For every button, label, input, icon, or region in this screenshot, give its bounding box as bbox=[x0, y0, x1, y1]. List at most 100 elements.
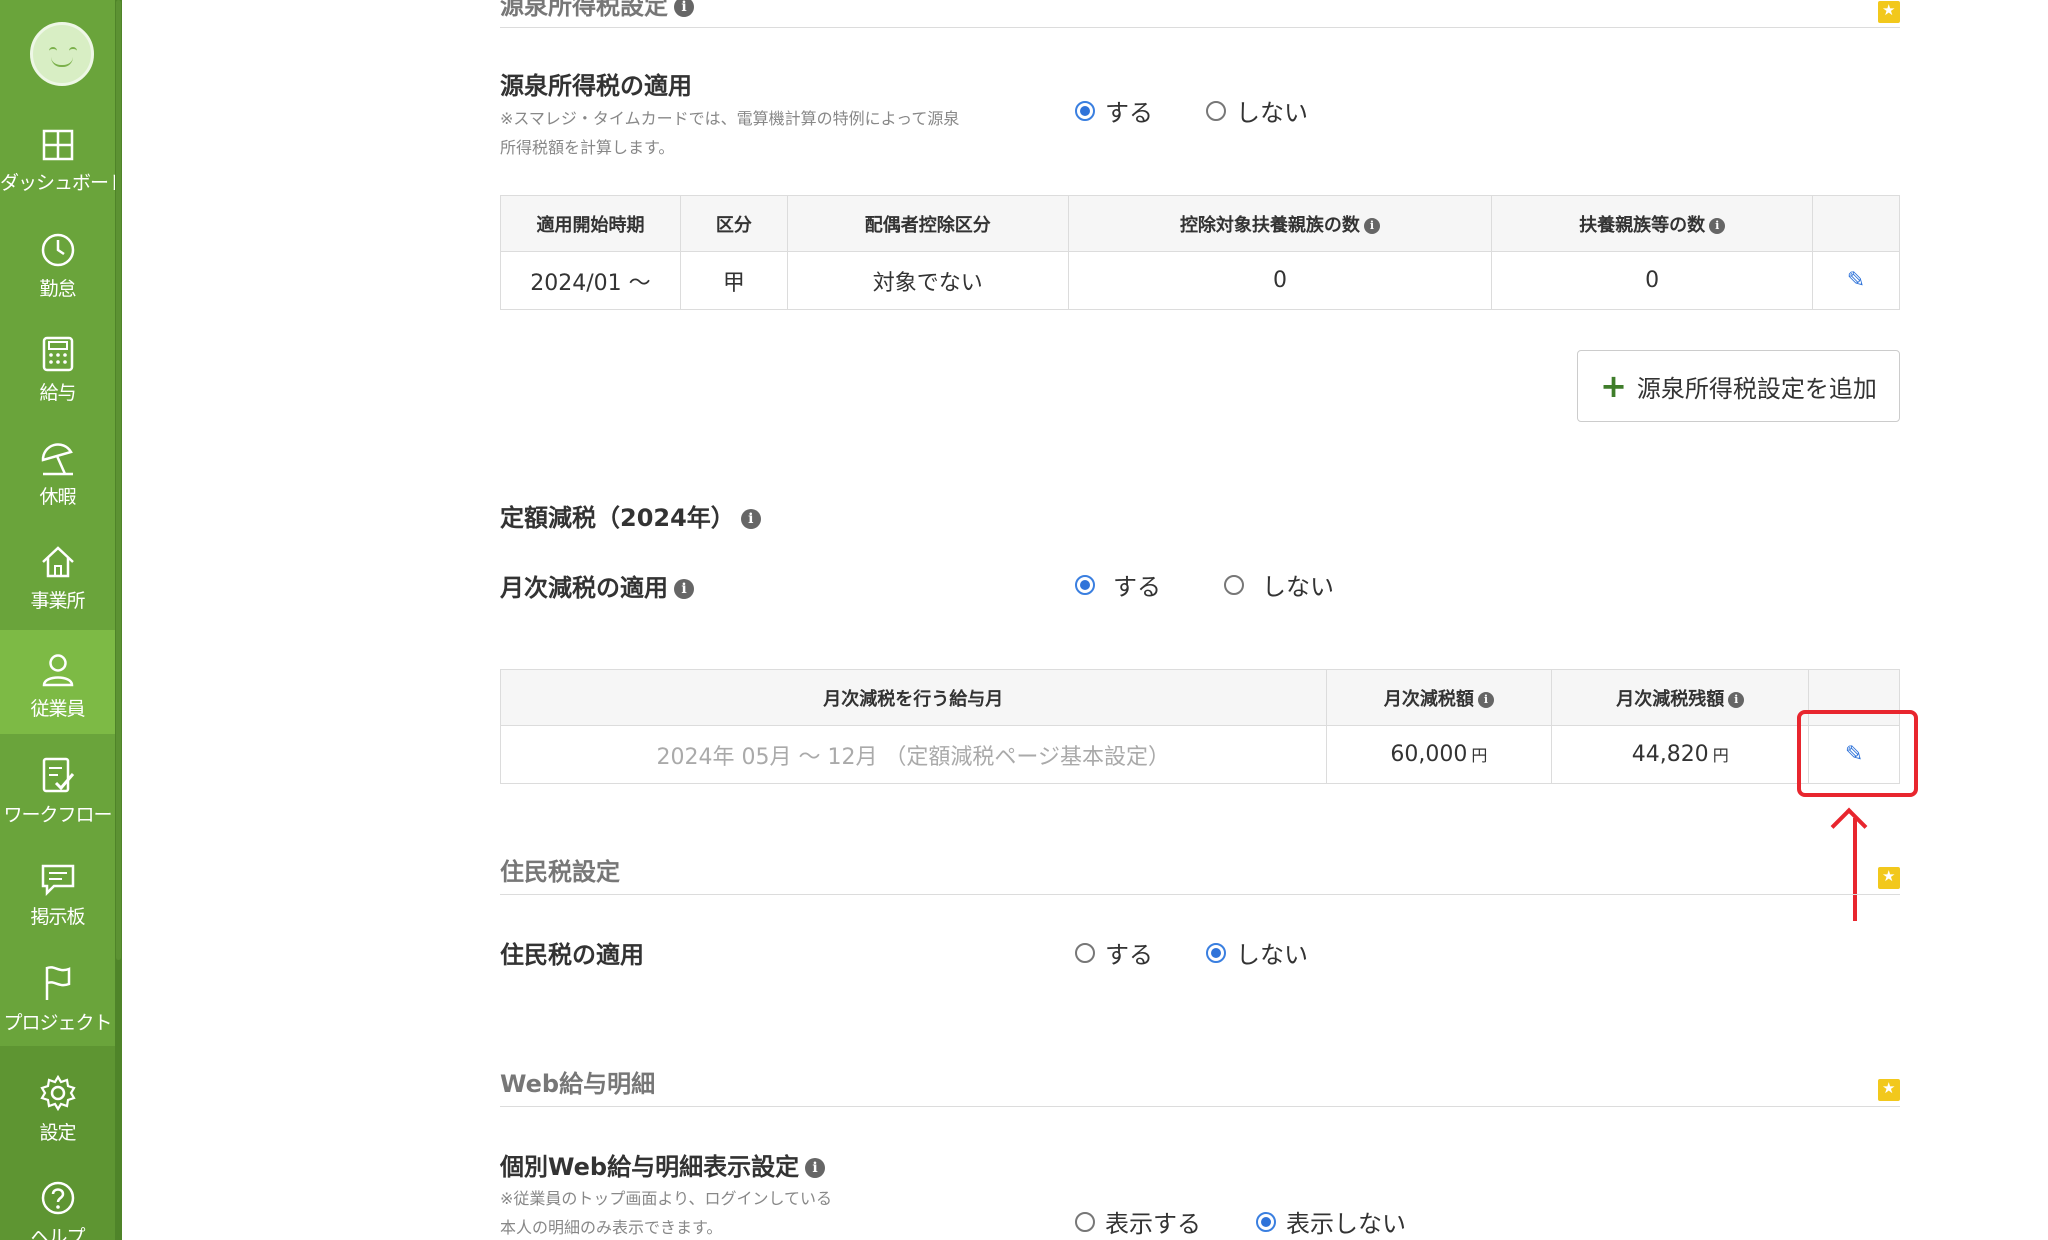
house-icon bbox=[41, 546, 74, 578]
cell-start: 2024/01 〜 bbox=[500, 251, 681, 310]
sidebar-item-employees[interactable]: 従業員 bbox=[0, 630, 115, 734]
flat-tax-title: 定額減税（2024年） i bbox=[500, 498, 761, 533]
sidebar-scrollbar-thumb[interactable] bbox=[116, 0, 121, 960]
info-icon[interactable]: i bbox=[740, 509, 761, 529]
section-divider bbox=[500, 894, 1900, 895]
withholding-radio-yes[interactable]: する bbox=[1075, 93, 1153, 128]
note-line: ※スマレジ・タイムカードでは、電算機計算の特例によって源泉 bbox=[500, 109, 960, 128]
table-header-row: 適用開始時期 区分 配偶者控除区分 控除対象扶養親族の数 i 扶養親族等の数 i bbox=[500, 195, 1900, 252]
radio-label: しない bbox=[1236, 941, 1308, 969]
info-icon[interactable]: i bbox=[1709, 217, 1726, 234]
sidebar-item-board[interactable]: 掲示板 bbox=[0, 862, 115, 966]
star-icon[interactable] bbox=[1878, 1079, 1900, 1101]
note-line: 所得税額を計算します。 bbox=[500, 138, 675, 157]
column-header: 月次減税額 i bbox=[1325, 669, 1553, 726]
sidebar-item-label: 給与 bbox=[39, 382, 76, 404]
monthly-reduction-table: 月次減税を行う給与月 月次減税額 i 月次減税残額 i 2024年 05月 〜 12… bbox=[500, 669, 1900, 784]
sidebar-item-project[interactable]: プロジェクト bbox=[0, 964, 115, 1068]
info-icon[interactable]: i bbox=[674, 0, 694, 17]
radio-unselected-icon bbox=[1224, 574, 1244, 595]
radio-label: しない bbox=[1236, 99, 1308, 127]
sidebar-item-payroll[interactable]: 給与 bbox=[0, 336, 115, 440]
annotation-arrow-head bbox=[1830, 807, 1868, 845]
cell-spouse: 対象でない bbox=[786, 251, 1069, 310]
info-icon[interactable]: i bbox=[674, 579, 694, 599]
withholding-radio-no[interactable]: しない bbox=[1206, 93, 1308, 128]
sidebar-item-label: 休暇 bbox=[39, 486, 76, 508]
column-header-text: 控除対象扶養親族の数 bbox=[1179, 214, 1360, 236]
edit-pencil-icon[interactable]: ✎ bbox=[1847, 268, 1865, 293]
sidebar: ダッシュボード 勤怠 給与 休暇 事業所 従業員 ワークフロー 掲示板 プロジェ… bbox=[0, 0, 127, 1240]
monthly-reduction-radio-yes[interactable]: する bbox=[1075, 567, 1161, 602]
note-line: ※従業員のトップ画面より、ログインしている bbox=[500, 1189, 832, 1208]
web-payslip-note: ※従業員のトップ画面より、ログインしている 本人の明細のみ表示できます。 bbox=[500, 1184, 920, 1240]
info-icon[interactable]: i bbox=[1728, 691, 1745, 708]
note-line: 本人の明細のみ表示できます。 bbox=[500, 1218, 723, 1237]
radio-unselected-icon bbox=[1075, 1211, 1095, 1232]
cell-amount: 60,000 円 bbox=[1325, 725, 1553, 784]
withholding-note: ※スマレジ・タイムカードでは、電算機計算の特例によって源泉 所得税額を計算します… bbox=[500, 104, 1060, 162]
sidebar-item-label: 従業員 bbox=[30, 698, 85, 720]
resident-tax-radio-yes[interactable]: する bbox=[1075, 935, 1153, 970]
sidebar-item-label: ヘルプ bbox=[30, 1226, 85, 1240]
sidebar-item-label: プロジェクト bbox=[3, 1012, 112, 1034]
radio-label: 表示する bbox=[1105, 1210, 1201, 1238]
section-divider bbox=[500, 27, 1900, 28]
monthly-reduction-radio-no[interactable]: しない bbox=[1224, 567, 1334, 602]
resident-tax-radio-no[interactable]: しない bbox=[1206, 935, 1308, 970]
sidebar-item-leave[interactable]: 休暇 bbox=[0, 440, 115, 544]
monthly-reduction-label: 月次減税の適用 i bbox=[500, 568, 694, 603]
star-icon[interactable] bbox=[1878, 1, 1900, 23]
sidebar-item-workflow[interactable]: ワークフロー bbox=[0, 756, 115, 860]
radio-unselected-icon bbox=[1075, 942, 1095, 963]
sidebar-item-label: 勤怠 bbox=[39, 278, 76, 300]
radio-label: しない bbox=[1262, 573, 1334, 601]
web-payslip-radio-hide[interactable]: 表示しない bbox=[1256, 1204, 1406, 1239]
radio-selected-icon bbox=[1206, 942, 1226, 963]
radio-label: する bbox=[1105, 941, 1153, 969]
column-header: 月次減税を行う給与月 bbox=[500, 669, 1327, 726]
radio-label: する bbox=[1113, 573, 1161, 601]
sidebar-item-settings[interactable]: 設定 bbox=[0, 1074, 115, 1178]
amount-value: 60,000 bbox=[1390, 742, 1468, 767]
table-row: 2024年 05月 〜 12月 （定額減税ページ基本設定） 60,000 円 44… bbox=[500, 725, 1900, 784]
logo-eye bbox=[69, 47, 77, 51]
label-text: 個別Web給与明細表示設定 bbox=[500, 1153, 800, 1181]
column-header: 月次減税残額 i bbox=[1551, 669, 1810, 726]
logo-smile bbox=[51, 57, 73, 67]
web-payslip-setting-label: 個別Web給与明細表示設定 i bbox=[500, 1147, 826, 1182]
plus-icon: + bbox=[1600, 367, 1627, 405]
star-icon[interactable] bbox=[1878, 867, 1900, 889]
column-header: 控除対象扶養親族の数 i bbox=[1067, 195, 1493, 252]
column-header-text: 扶養親族等の数 bbox=[1579, 214, 1706, 236]
dashboard-icon bbox=[42, 129, 73, 161]
app-logo[interactable] bbox=[30, 22, 94, 86]
section-title-text: 源泉所得税設定 bbox=[500, 0, 668, 20]
cell-category: 甲 bbox=[679, 251, 788, 310]
sidebar-item-label: ワークフロー bbox=[3, 804, 112, 826]
cell-family: 0 bbox=[1491, 251, 1814, 310]
button-label: 源泉所得税設定を追加 bbox=[1636, 374, 1877, 403]
add-withholding-button[interactable]: + 源泉所得税設定を追加 bbox=[1577, 350, 1900, 422]
sidebar-item-dashboard[interactable]: ダッシュボード bbox=[0, 128, 127, 232]
info-icon[interactable]: i bbox=[1363, 217, 1380, 234]
web-payslip-section-title: Web給与明細 bbox=[500, 1070, 656, 1098]
web-payslip-radio-show[interactable]: 表示する bbox=[1075, 1204, 1201, 1239]
checklist-icon bbox=[42, 757, 74, 793]
sidebar-item-help[interactable]: ヘルプ bbox=[0, 1180, 115, 1240]
currency-unit: 円 bbox=[1712, 746, 1729, 765]
cell-months: 2024年 05月 〜 12月 （定額減税ページ基本設定） bbox=[500, 725, 1327, 784]
radio-selected-icon bbox=[1075, 574, 1095, 595]
calculator-icon bbox=[42, 336, 73, 372]
cell-dependents: 0 bbox=[1067, 251, 1493, 310]
sidebar-item-attendance[interactable]: 勤怠 bbox=[0, 232, 115, 336]
info-icon[interactable]: i bbox=[1477, 691, 1494, 708]
person-icon bbox=[42, 654, 73, 687]
sidebar-item-label: ダッシュボード bbox=[0, 172, 127, 194]
sidebar-item-label: 設定 bbox=[39, 1122, 76, 1144]
label-text: 月次減税の適用 bbox=[500, 574, 668, 602]
info-icon[interactable]: i bbox=[805, 1158, 826, 1178]
remaining-value: 44,820 bbox=[1631, 742, 1709, 767]
table-header-row: 月次減税を行う給与月 月次減税額 i 月次減税残額 i bbox=[500, 669, 1900, 726]
flag-icon bbox=[45, 966, 70, 1000]
